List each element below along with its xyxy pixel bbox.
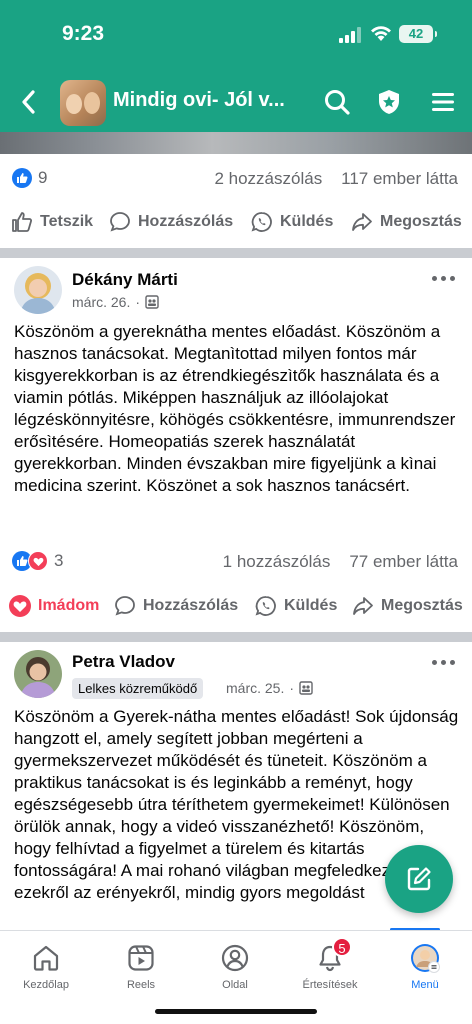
hamburger-menu-icon[interactable] <box>429 88 457 116</box>
group-avatar[interactable] <box>60 80 106 126</box>
status-time: 9:23 <box>62 22 105 45</box>
post2-author-avatar[interactable] <box>14 266 62 314</box>
post1-reactions[interactable]: 9 <box>12 168 47 188</box>
comment-button[interactable]: Hozzászólás <box>108 210 233 234</box>
reels-icon <box>128 945 154 971</box>
like-reaction-icon <box>12 168 32 188</box>
group-members-icon <box>299 681 313 695</box>
comment-button-label: Hozzászólás <box>143 597 239 614</box>
post3-author-name[interactable]: Petra Vladov <box>72 652 175 672</box>
post2-view-count: 77 ember látta <box>349 552 458 571</box>
post1-comment-count[interactable]: 2 hozzászólás <box>214 169 322 188</box>
share-button[interactable]: Megosztás <box>351 594 463 618</box>
compose-post-button[interactable] <box>385 845 453 913</box>
post2-reactions[interactable]: 3 <box>12 551 63 571</box>
share-arrow-icon <box>353 597 373 615</box>
search-icon[interactable] <box>323 88 351 116</box>
post-separator <box>0 632 472 642</box>
love-reaction-button[interactable]: Imádom <box>8 594 99 618</box>
share-button-label: Megosztás <box>380 213 462 230</box>
tab-home-label: Kezdőlap <box>23 979 69 991</box>
post3-author-avatar[interactable] <box>14 650 62 698</box>
group-navbar: Mindig ovi- Jól v... <box>0 72 472 132</box>
post1-actions: Tetszik Hozzászólás Küldés Megosztás <box>0 200 472 246</box>
post-separator <box>0 248 472 258</box>
tab-reels[interactable]: Reels <box>101 943 181 991</box>
tab-menu[interactable]: Menü <box>385 943 465 991</box>
profile-icon <box>221 944 249 972</box>
send-button[interactable]: Küldés <box>250 210 333 234</box>
wifi-icon <box>371 26 391 41</box>
love-button-label: Imádom <box>38 597 100 614</box>
post2-more-options-icon[interactable] <box>432 273 456 283</box>
post2-text: Köszönöm a gyereknátha mentes előadást. … <box>14 322 456 495</box>
tab-menu-label: Menü <box>411 979 439 991</box>
like-button-label: Tetszik <box>40 213 94 230</box>
post2-comment-count[interactable]: 1 hozzászólás <box>223 552 331 571</box>
post2-actions: Imádom Hozzászólás Küldés Megosztás <box>0 584 472 630</box>
post3-date[interactable]: márc. 25. <box>226 680 284 696</box>
whatsapp-icon <box>255 596 276 616</box>
tab-reels-label: Reels <box>126 979 156 991</box>
tab-profile-label: Oldal <box>222 979 248 991</box>
tab-notifications[interactable]: 5 Értesítések <box>290 937 370 991</box>
comment-button-label: Hozzászólás <box>138 213 234 230</box>
thumbs-up-icon <box>12 212 33 232</box>
battery-indicator: 42 <box>399 25 437 43</box>
shield-star-icon[interactable] <box>375 88 403 116</box>
post2-stats: 3 1 hozzászólás 77 ember látta <box>0 539 472 585</box>
contributor-badge[interactable]: Lelkes közreműködő <box>72 678 204 699</box>
send-button-label: Küldés <box>280 213 334 230</box>
share-button[interactable]: Megosztás <box>350 210 462 234</box>
post2-meta: márc. 26. · <box>72 294 159 310</box>
comment-bubble-icon <box>115 596 135 616</box>
group-title[interactable]: Mindig ovi- Jól v... <box>113 89 285 112</box>
love-reaction-icon <box>28 551 48 571</box>
share-button-label: Megosztás <box>381 597 463 614</box>
tab-home[interactable]: Kezdőlap <box>6 943 86 991</box>
status-bar: 9:23 42 <box>0 0 472 70</box>
cellular-signal-icon <box>339 27 361 43</box>
compose-pencil-icon <box>407 867 431 891</box>
home-indicator <box>155 1009 317 1014</box>
post1-stats: 9 2 hozzászólás 117 ember látta <box>0 156 472 202</box>
app-header: 9:23 42 Mindig ovi- Jól v... <box>0 0 472 132</box>
tab-profile[interactable]: Oldal <box>195 943 275 991</box>
comment-bubble-icon <box>110 212 130 232</box>
post2-date[interactable]: márc. 26. <box>72 294 130 310</box>
send-button[interactable]: Küldés <box>254 594 337 618</box>
back-arrow-icon[interactable] <box>18 88 40 116</box>
comment-button[interactable]: Hozzászólás <box>113 594 238 618</box>
post1-view-count: 117 ember látta <box>341 169 458 188</box>
post1-like-count: 9 <box>38 168 48 187</box>
home-icon <box>33 945 59 971</box>
like-button[interactable]: Tetszik <box>10 210 93 234</box>
whatsapp-icon <box>251 212 272 232</box>
post2-author-name[interactable]: Dékány Márti <box>72 270 178 290</box>
menu-avatar-icon <box>411 944 440 973</box>
group-members-icon <box>145 295 159 309</box>
share-arrow-icon <box>352 213 372 231</box>
heart-icon <box>9 595 31 617</box>
tab-notifications-label: Értesítések <box>302 979 358 991</box>
post2-reaction-count: 3 <box>54 551 64 570</box>
post-image-partial[interactable] <box>0 132 472 154</box>
post3-more-options-icon[interactable] <box>432 657 456 667</box>
send-button-label: Küldés <box>284 597 338 614</box>
notifications-badge: 5 <box>332 937 352 957</box>
post3-meta: márc. 25. · <box>226 680 313 696</box>
